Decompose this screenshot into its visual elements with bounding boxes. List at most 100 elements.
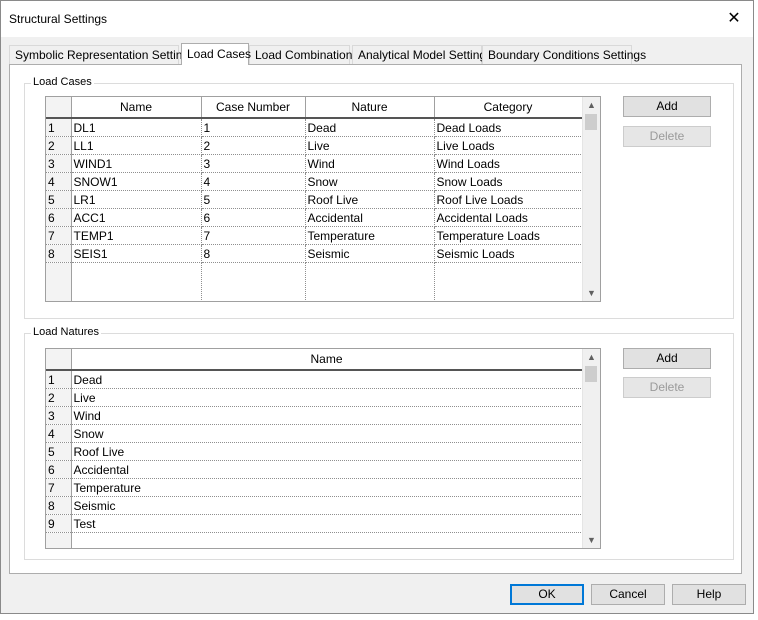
table-row[interactable]: 8 Seismic [46, 496, 583, 515]
cell-name[interactable]: Snow [71, 424, 583, 443]
load-natures-add-button[interactable]: Add [623, 348, 711, 369]
load-natures-delete-button[interactable]: Delete [623, 377, 711, 398]
row-number[interactable]: 8 [46, 496, 72, 515]
row-number[interactable]: 9 [46, 514, 72, 533]
row-number[interactable]: 7 [46, 226, 72, 245]
row-number[interactable]: 2 [46, 136, 72, 155]
column-header-nature[interactable]: Nature [305, 97, 435, 119]
table-row[interactable]: 9 Test [46, 514, 583, 533]
table-row[interactable]: 5 LR1 5 Roof Live Roof Live Loads [46, 190, 583, 209]
table-row[interactable]: 8 SEIS1 8 Seismic Seismic Loads [46, 244, 583, 263]
grid-corner[interactable] [46, 97, 72, 119]
cell-case-number[interactable]: 3 [201, 154, 306, 173]
row-number[interactable] [46, 532, 72, 548]
cancel-button[interactable]: Cancel [591, 584, 665, 605]
empty-new-row[interactable] [46, 532, 583, 548]
table-row[interactable]: 4 Snow [46, 424, 583, 443]
cell-category[interactable]: Live Loads [434, 136, 583, 155]
load-cases-add-button[interactable]: Add [623, 96, 711, 117]
cell-name[interactable]: DL1 [71, 118, 202, 137]
close-icon[interactable]: ✕ [721, 7, 747, 31]
cell-name[interactable]: Wind [71, 406, 583, 425]
ok-button[interactable]: OK [510, 584, 584, 605]
row-number[interactable]: 6 [46, 208, 72, 227]
cell-nature[interactable]: Dead [305, 118, 435, 137]
load-cases-scrollbar[interactable]: ▲ ▼ [582, 97, 600, 301]
cell-name[interactable] [71, 262, 202, 301]
row-number[interactable]: 5 [46, 190, 72, 209]
row-number[interactable]: 5 [46, 442, 72, 461]
cell-nature[interactable]: Temperature [305, 226, 435, 245]
row-number[interactable]: 4 [46, 172, 72, 191]
cell-nature[interactable]: Live [305, 136, 435, 155]
row-number[interactable]: 6 [46, 460, 72, 479]
load-cases-grid[interactable]: Name Case Number Nature Category 1 DL1 1… [45, 96, 601, 302]
cell-nature[interactable]: Seismic [305, 244, 435, 263]
cell-case-number[interactable]: 4 [201, 172, 306, 191]
cell-case-number[interactable]: 5 [201, 190, 306, 209]
cell-name[interactable]: Dead [71, 370, 583, 389]
table-row[interactable]: 1 DL1 1 Dead Dead Loads [46, 118, 583, 137]
tab-load-combinations[interactable]: Load Combinations [249, 45, 358, 64]
table-row[interactable]: 3 Wind [46, 406, 583, 425]
table-row[interactable]: 1 Dead [46, 370, 583, 389]
row-number[interactable]: 7 [46, 478, 72, 497]
cell-name[interactable]: LL1 [71, 136, 202, 155]
grid-corner[interactable] [46, 349, 72, 371]
column-header-name[interactable]: Name [71, 349, 583, 371]
row-number[interactable]: 4 [46, 424, 72, 443]
cell-name[interactable]: WIND1 [71, 154, 202, 173]
tab-boundary-conditions-settings[interactable]: Boundary Conditions Settings [482, 45, 646, 64]
cell-category[interactable]: Accidental Loads [434, 208, 583, 227]
table-row[interactable]: 7 Temperature [46, 478, 583, 497]
table-row[interactable]: 6 ACC1 6 Accidental Accidental Loads [46, 208, 583, 227]
table-row[interactable]: 7 TEMP1 7 Temperature Temperature Loads [46, 226, 583, 245]
cell-name[interactable]: Roof Live [71, 442, 583, 461]
cell-case-number[interactable] [201, 262, 306, 301]
cell-name[interactable]: Live [71, 388, 583, 407]
load-natures-scrollbar[interactable]: ▲ ▼ [582, 349, 600, 548]
cell-category[interactable]: Wind Loads [434, 154, 583, 173]
load-cases-delete-button[interactable]: Delete [623, 126, 711, 147]
load-natures-grid[interactable]: Name 1 Dead 2 Live 3 Wind 4 Snow 5 Roof … [45, 348, 601, 549]
cell-case-number[interactable]: 7 [201, 226, 306, 245]
cell-nature[interactable] [305, 262, 435, 301]
row-number[interactable]: 1 [46, 370, 72, 389]
column-header-case-number[interactable]: Case Number [201, 97, 306, 119]
cell-name[interactable]: Accidental [71, 460, 583, 479]
column-header-category[interactable]: Category [434, 97, 583, 119]
table-row[interactable]: 4 SNOW1 4 Snow Snow Loads [46, 172, 583, 191]
row-number[interactable] [46, 262, 72, 301]
cell-name[interactable]: Seismic [71, 496, 583, 515]
cell-name[interactable]: Test [71, 514, 583, 533]
cell-nature[interactable]: Snow [305, 172, 435, 191]
cell-case-number[interactable]: 6 [201, 208, 306, 227]
row-number[interactable]: 3 [46, 406, 72, 425]
cell-nature[interactable]: Accidental [305, 208, 435, 227]
cell-name[interactable]: Temperature [71, 478, 583, 497]
row-number[interactable]: 8 [46, 244, 72, 263]
row-number[interactable]: 1 [46, 118, 72, 137]
table-row[interactable]: 2 Live [46, 388, 583, 407]
column-header-name[interactable]: Name [71, 97, 202, 119]
cell-case-number[interactable]: 8 [201, 244, 306, 263]
cell-nature[interactable]: Roof Live [305, 190, 435, 209]
cell-name[interactable]: LR1 [71, 190, 202, 209]
cell-name[interactable] [71, 532, 583, 548]
tab-analytical-model-settings[interactable]: Analytical Model Settings [352, 45, 492, 64]
table-row[interactable]: 3 WIND1 3 Wind Wind Loads [46, 154, 583, 173]
cell-name[interactable]: SNOW1 [71, 172, 202, 191]
cell-name[interactable]: ACC1 [71, 208, 202, 227]
row-number[interactable]: 2 [46, 388, 72, 407]
row-number[interactable]: 3 [46, 154, 72, 173]
cell-nature[interactable]: Wind [305, 154, 435, 173]
scroll-down-icon[interactable]: ▼ [583, 532, 600, 548]
table-row[interactable]: 5 Roof Live [46, 442, 583, 461]
tab-load-cases[interactable]: Load Cases [181, 43, 251, 65]
help-button[interactable]: Help [672, 584, 746, 605]
scroll-thumb[interactable] [585, 114, 597, 130]
cell-case-number[interactable]: 1 [201, 118, 306, 137]
empty-new-row[interactable] [46, 262, 583, 301]
cell-category[interactable]: Temperature Loads [434, 226, 583, 245]
cell-category[interactable]: Snow Loads [434, 172, 583, 191]
